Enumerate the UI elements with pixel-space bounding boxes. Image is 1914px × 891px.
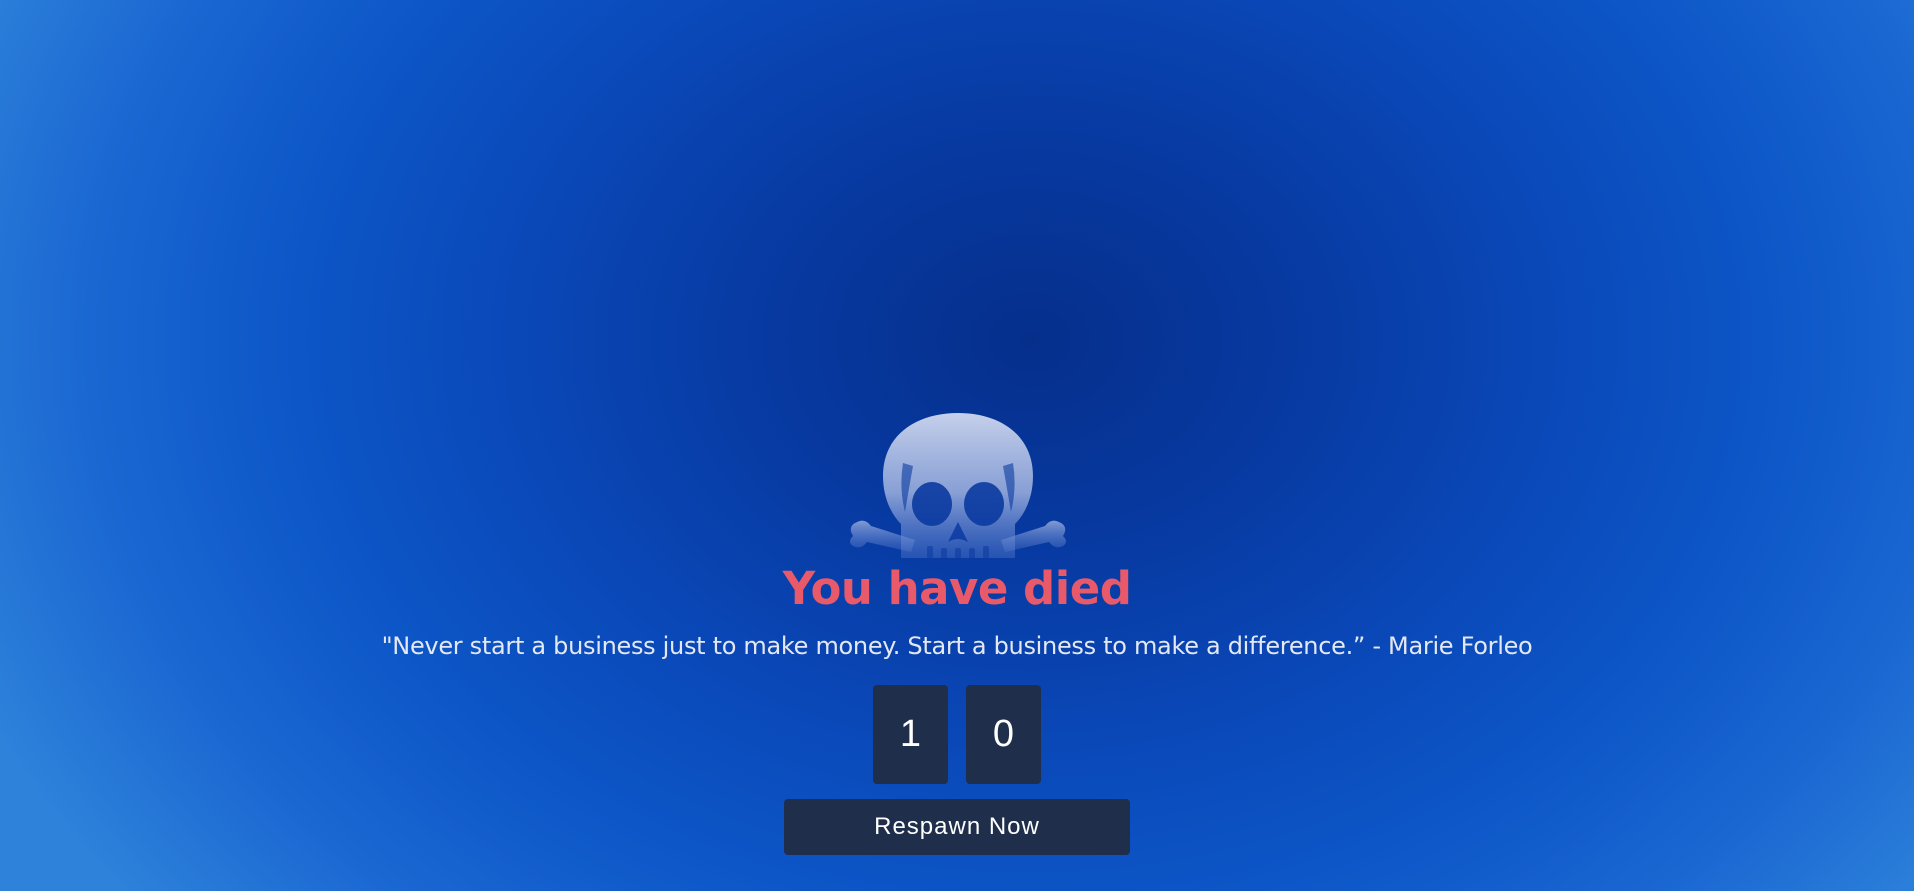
death-title: You have died	[782, 562, 1132, 615]
death-quote: "Never start a business just to make mon…	[381, 632, 1533, 660]
skull-crossbones-icon	[850, 413, 1066, 560]
countdown-digit-ones: 0	[966, 685, 1041, 784]
respawn-countdown: 1 0	[873, 685, 1041, 784]
respawn-now-button[interactable]: Respawn Now	[784, 799, 1130, 855]
countdown-digit-tens: 1	[873, 685, 948, 784]
death-screen: You have died "Never start a business ju…	[0, 0, 1914, 891]
